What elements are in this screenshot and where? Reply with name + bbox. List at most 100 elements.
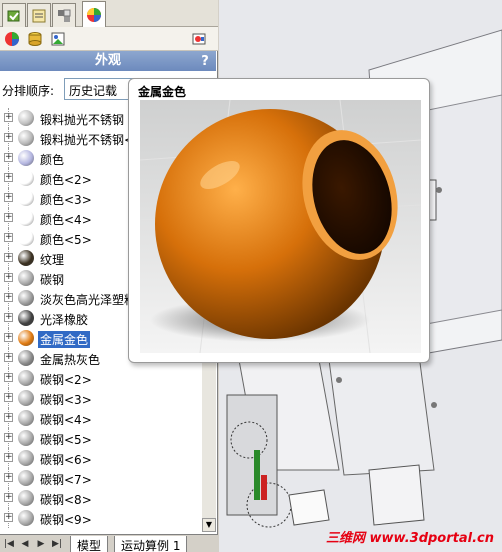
tab-display-manager[interactable] (82, 1, 106, 27)
expand-icon[interactable]: + (4, 293, 13, 302)
manager-tab-strip (0, 0, 218, 27)
expand-icon[interactable]: + (4, 193, 13, 202)
appearance-swatch-icon (18, 150, 34, 166)
expand-icon[interactable]: + (4, 173, 13, 182)
tree-item-label: 纹理 (40, 253, 65, 267)
expand-icon[interactable]: + (4, 433, 13, 442)
display-manager-toolbar (0, 27, 218, 51)
expand-icon[interactable]: + (4, 113, 13, 122)
expand-icon[interactable]: + (4, 213, 13, 222)
tree-item-label: 碳钢 (40, 273, 65, 287)
appearance-swatch-icon (18, 210, 34, 226)
tree-item-label: 金属金色 (38, 331, 91, 348)
tab-motion-study[interactable]: 运动算例 1 (114, 536, 188, 552)
appearance-swatch-icon (18, 370, 34, 386)
expand-icon[interactable]: + (4, 453, 13, 462)
first-tab-icon[interactable]: |◀ (2, 537, 16, 551)
tree-item-label: 颜色<2> (40, 173, 92, 187)
tree-item-label: 碳钢<9> (40, 513, 92, 527)
tree-item-label: 金属热灰色 (40, 353, 101, 367)
appearance-swatch-icon (18, 390, 34, 406)
appearance-swatch-icon (18, 410, 34, 426)
appearance-swatch-icon (18, 230, 34, 246)
expand-icon[interactable]: + (4, 273, 13, 282)
expand-icon[interactable]: + (4, 253, 13, 262)
appearance-icon (87, 7, 101, 22)
expand-icon[interactable]: + (4, 353, 13, 362)
appearance-settings-icon[interactable] (190, 30, 208, 48)
tree-item-label: 碳钢<5> (40, 433, 92, 447)
tree-item-label: 光泽橡胶 (40, 313, 89, 327)
scene-icon[interactable] (49, 30, 67, 48)
popup-title: 金属金色 (138, 85, 187, 99)
appearance-swatch-icon (18, 330, 34, 346)
tab-configuration-manager[interactable] (52, 3, 76, 27)
tree-item[interactable]: + 碳钢<4> (0, 408, 216, 428)
tree-item-label: 碳钢<3> (40, 393, 92, 407)
property-icon (32, 9, 46, 22)
appearance-swatch-icon (18, 170, 34, 186)
expand-icon[interactable]: + (4, 153, 13, 162)
expand-icon[interactable]: + (4, 493, 13, 502)
appearance-swatch-icon (18, 290, 34, 306)
tab-feature-manager[interactable] (2, 3, 26, 27)
appearance-swatch-icon (18, 430, 34, 446)
tab-model[interactable]: 模型 (70, 536, 109, 552)
expand-icon[interactable]: + (4, 313, 13, 322)
tree-item-label: 碳钢<4> (40, 413, 92, 427)
panel-title: 外观 ? (0, 51, 216, 71)
material-preview-image (140, 100, 421, 353)
appearance-swatch-icon (18, 190, 34, 206)
expand-icon[interactable]: + (4, 393, 13, 402)
tree-item-label: 颜色<4> (40, 213, 92, 227)
appearance-swatch-icon (18, 470, 34, 486)
tree-item-label: 碳钢<6> (40, 453, 92, 467)
appearance-swatch-icon (18, 270, 34, 286)
scroll-down-arrow-icon[interactable]: ▼ (202, 518, 216, 532)
tree-item[interactable]: + 碳钢<7> (0, 468, 216, 488)
tree-item[interactable]: + 碳钢<2> (0, 368, 216, 388)
watermark-text: 三维网 www.3dportal.cn (325, 531, 494, 546)
prev-tab-icon[interactable]: ◀ (18, 537, 32, 551)
appearance-swatch-icon (18, 130, 34, 146)
appearance-swatch-icon (18, 110, 34, 126)
decals-icon[interactable] (26, 30, 44, 48)
expand-icon[interactable]: + (4, 233, 13, 242)
expand-icon[interactable]: + (4, 413, 13, 422)
gold-sphere-preview (140, 100, 421, 353)
appearance-preview-popup: 金属金色 (128, 78, 430, 363)
expand-icon[interactable]: + (4, 473, 13, 482)
sort-label: 分排顺序: (2, 84, 55, 98)
tree-item-label: 锻料抛光不锈钢< (40, 133, 135, 147)
expand-icon[interactable]: + (4, 133, 13, 142)
appearance-swatch-icon (18, 490, 34, 506)
appearance-swatch-icon (18, 450, 34, 466)
help-button[interactable]: ? (198, 52, 212, 70)
tab-property-manager[interactable] (27, 3, 51, 27)
tree-item-label: 碳钢<8> (40, 493, 92, 507)
tree-item-label: 锻料抛光不锈钢 (40, 113, 125, 127)
appearances-icon[interactable] (3, 30, 21, 48)
tree-item-label: 颜色 (40, 153, 65, 167)
tree-item-label: 淡灰色高光泽塑料 (40, 293, 137, 307)
tree-item-label: 碳钢<2> (40, 373, 92, 387)
panel-title-text: 外观 (94, 53, 121, 68)
next-tab-icon[interactable]: ▶ (34, 537, 48, 551)
bottom-tab-bar: |◀ ◀ ▶ ▶| 模型 运动算例 1 (0, 534, 218, 552)
tree-item[interactable]: + 碳钢<6> (0, 448, 216, 468)
tree-item[interactable]: + 碳钢<8> (0, 488, 216, 508)
appearance-swatch-icon (18, 250, 34, 266)
expand-icon[interactable]: + (4, 373, 13, 382)
expand-icon[interactable]: + (4, 333, 13, 342)
feature-tree-icon (7, 10, 20, 21)
tree-item[interactable]: + 碳钢<3> (0, 388, 216, 408)
tree-item-label: 颜色<5> (40, 233, 92, 247)
appearance-swatch-icon (18, 350, 34, 366)
tree-item-label: 颜色<3> (40, 193, 92, 207)
tree-item[interactable]: + 碳钢<5> (0, 428, 216, 448)
tree-item[interactable]: + 碳钢<9> (0, 508, 216, 528)
last-tab-icon[interactable]: ▶| (50, 537, 64, 551)
tree-item-label: 碳钢<7> (40, 473, 92, 487)
expand-icon[interactable]: + (4, 513, 13, 522)
appearance-swatch-icon (18, 310, 34, 326)
